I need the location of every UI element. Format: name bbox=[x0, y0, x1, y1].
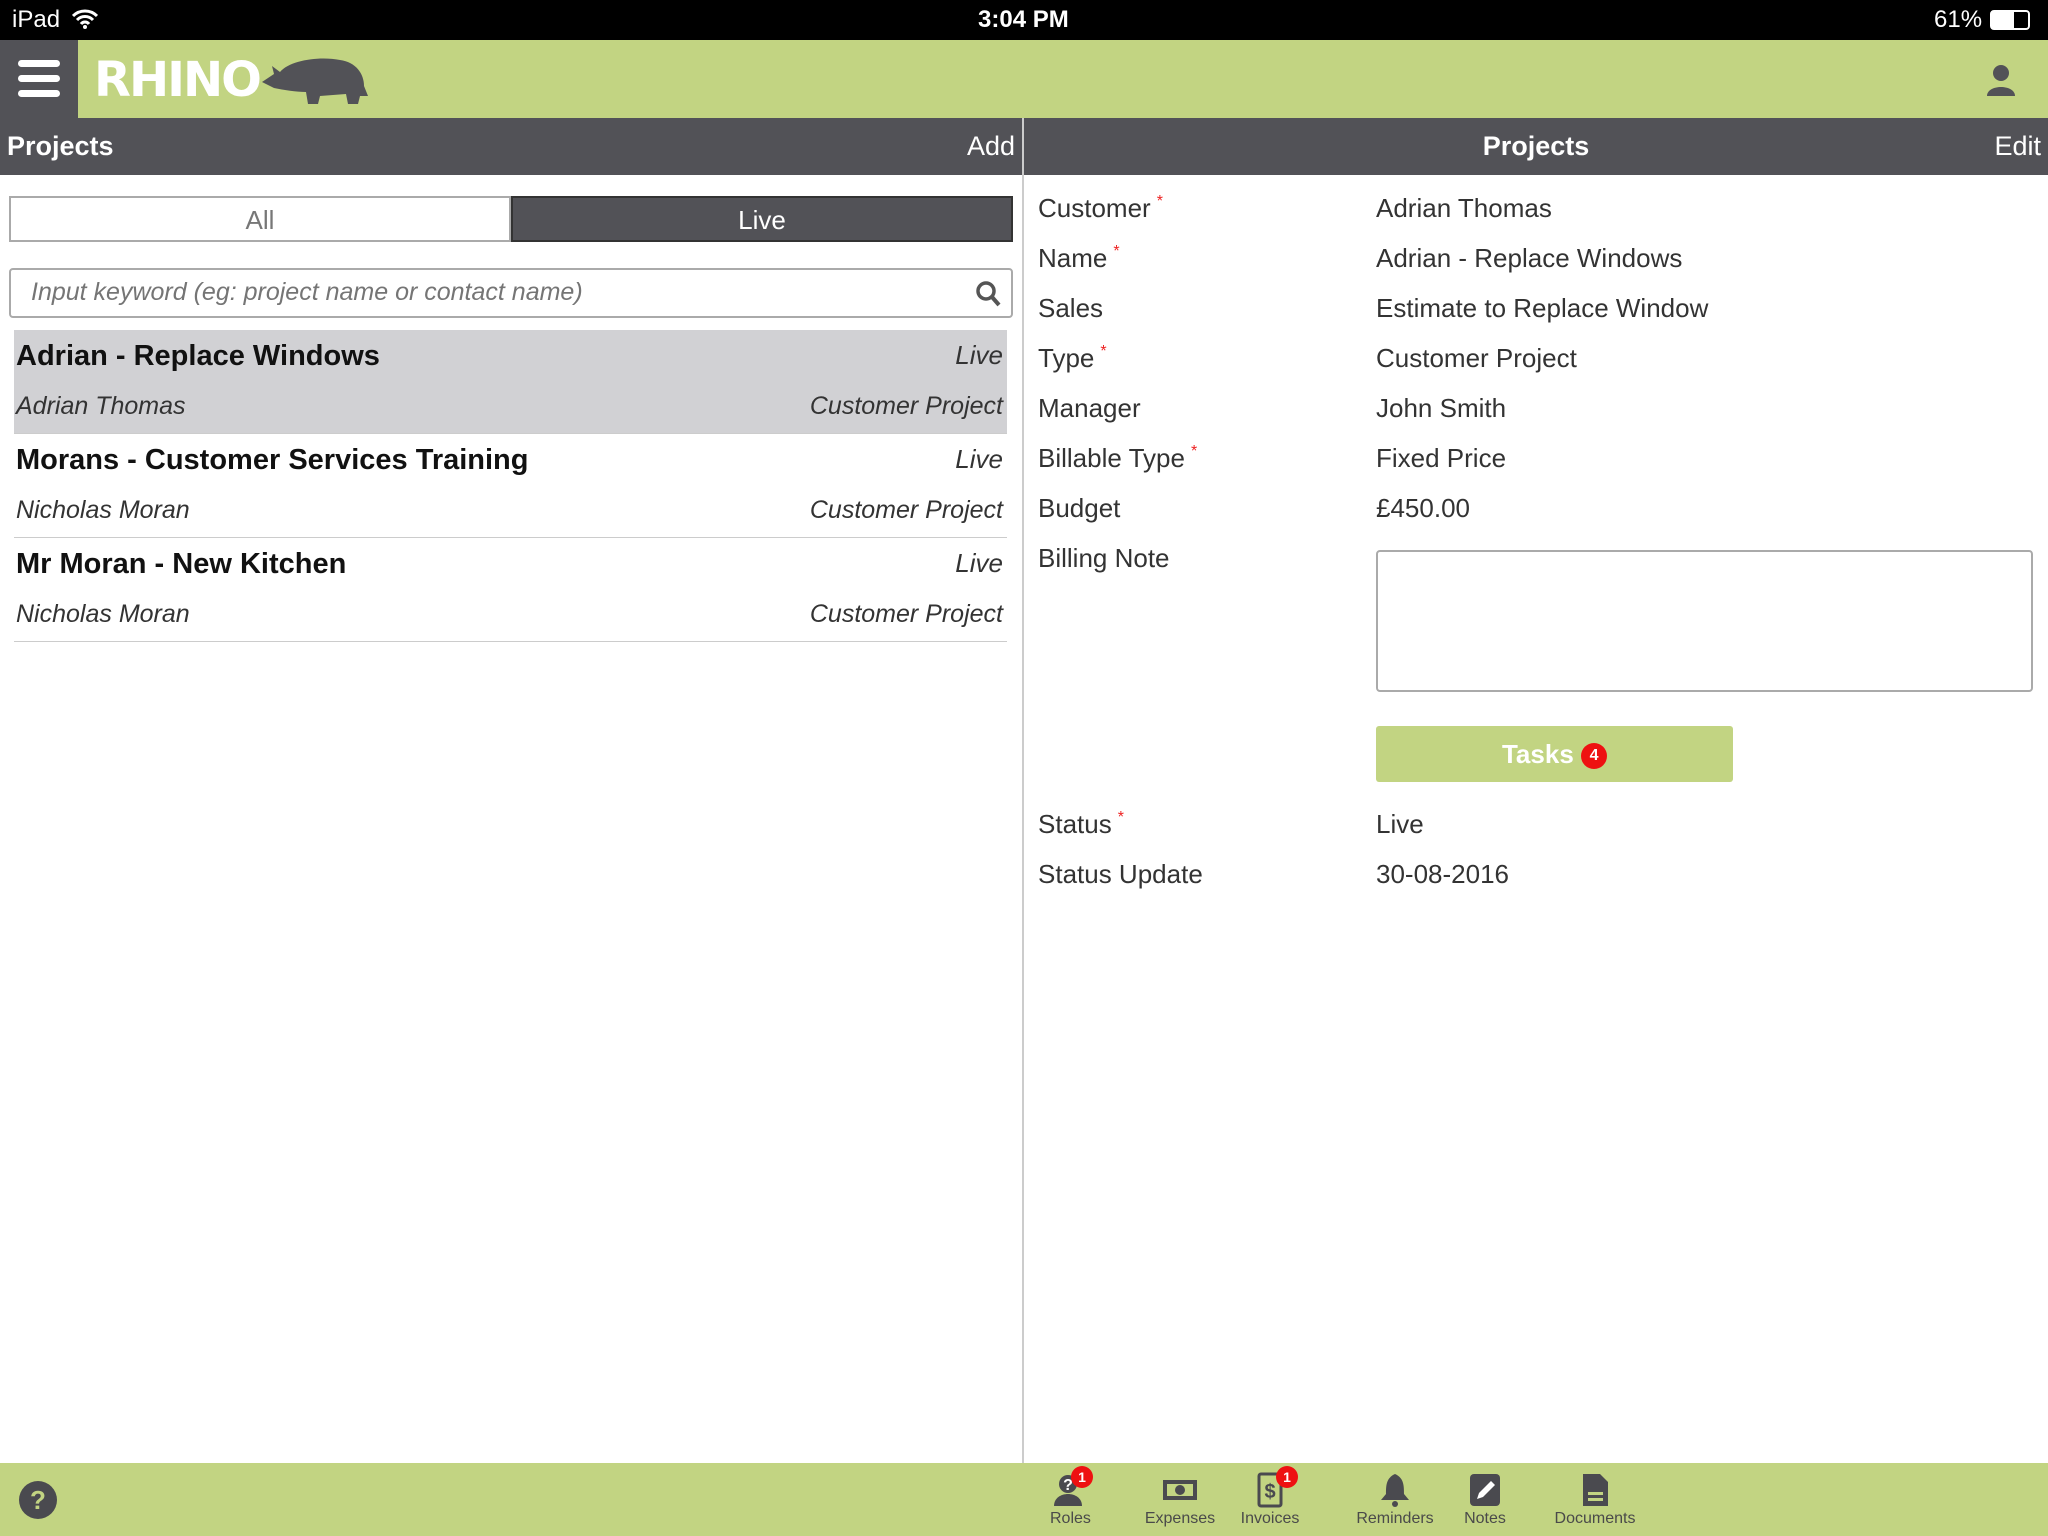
field-label: Name * bbox=[1038, 243, 1120, 273]
field-value: £450.00 bbox=[1376, 493, 1470, 523]
project-status: Live bbox=[955, 340, 1003, 370]
project-row[interactable]: Mr Moran - New Kitchen Live Nicholas Mora… bbox=[14, 538, 1007, 642]
toolbar-notes[interactable]: Notes bbox=[1450, 1472, 1520, 1528]
project-status: Live bbox=[955, 444, 1003, 474]
project-contact: Nicholas Moran bbox=[16, 600, 190, 628]
banknote-icon bbox=[1163, 1480, 1197, 1500]
billing-note-label: Billing Note bbox=[1038, 543, 1170, 573]
field-label: Manager bbox=[1038, 393, 1141, 423]
tasks-count-badge: 4 bbox=[1581, 743, 1608, 770]
add-button[interactable]: Add bbox=[967, 118, 1015, 175]
field-value: Customer Project bbox=[1376, 343, 1577, 373]
pencil-square-icon bbox=[1470, 1474, 1500, 1506]
help-icon[interactable]: ? bbox=[18, 1480, 58, 1520]
tasks-button[interactable]: Tasks 4 bbox=[1376, 726, 1733, 782]
field-label: Type * bbox=[1038, 343, 1107, 373]
bell-icon bbox=[1381, 1474, 1409, 1507]
toolbar-roles[interactable]: ? Roles 1 bbox=[1050, 1466, 1093, 1528]
toolbar-reminders[interactable]: Reminders bbox=[1340, 1472, 1450, 1528]
battery-percent: 61% bbox=[1934, 6, 1983, 33]
toolbar-label: Reminders bbox=[1356, 1510, 1434, 1527]
field-label: Customer * bbox=[1038, 193, 1163, 223]
field-label: Billable Type * bbox=[1038, 443, 1198, 473]
status-bar: iPad 3:04 PM 61% bbox=[0, 0, 2048, 40]
tab-all[interactable]: All bbox=[9, 196, 511, 242]
toolbar-invoices[interactable]: $ Invoices 1 bbox=[1240, 1466, 1300, 1528]
field-label: Sales bbox=[1038, 293, 1104, 323]
menu-button[interactable] bbox=[0, 40, 78, 118]
toolbar-label: Invoices bbox=[1240, 1510, 1300, 1527]
project-status: Live bbox=[955, 548, 1003, 578]
bottom-toolbar bbox=[0, 1463, 2048, 1536]
toolbar-documents[interactable]: Documents bbox=[1540, 1472, 1650, 1528]
projects-list-header: Projects Add bbox=[0, 118, 1022, 175]
toolbar-label: Expenses bbox=[1144, 1510, 1216, 1527]
search-input[interactable] bbox=[31, 270, 971, 314]
tab-live[interactable]: Live bbox=[511, 196, 1013, 242]
status-value: Live bbox=[1376, 809, 1424, 839]
list-title: Projects bbox=[7, 131, 114, 161]
svg-text:$: $ bbox=[1264, 1481, 1275, 1503]
status-update-label: Status Update bbox=[1038, 859, 1203, 889]
project-contact: Adrian Thomas bbox=[16, 392, 186, 420]
battery-icon bbox=[1990, 10, 2030, 30]
notification-badge: 1 bbox=[1276, 1466, 1298, 1488]
notification-badge: 1 bbox=[1071, 1466, 1093, 1488]
project-type: Customer Project bbox=[809, 496, 1003, 524]
field-value: Adrian - Replace Windows bbox=[1376, 243, 1683, 273]
project-contact: Nicholas Moran bbox=[16, 496, 190, 524]
field-label: Budget bbox=[1038, 493, 1121, 523]
status-update-value: 30-08-2016 bbox=[1376, 859, 1509, 889]
detail-title: Projects bbox=[1482, 131, 1590, 161]
project-type: Customer Project bbox=[809, 392, 1003, 420]
status-label: Status * bbox=[1038, 809, 1124, 839]
panel-divider bbox=[1022, 118, 1024, 1536]
project-title: Morans - Customer Services Training bbox=[16, 444, 529, 476]
project-detail-header: Projects Edit bbox=[1024, 118, 2048, 175]
edit-button[interactable]: Edit bbox=[1994, 118, 2041, 175]
field-value: Fixed Price bbox=[1376, 443, 1507, 473]
project-type: Customer Project bbox=[809, 600, 1003, 628]
toolbar-expenses[interactable]: Expenses bbox=[1130, 1472, 1230, 1528]
project-row[interactable]: Morans - Customer Services Training Live … bbox=[14, 434, 1007, 538]
project-title: Adrian - Replace Windows bbox=[16, 340, 380, 372]
search-field[interactable] bbox=[9, 268, 1013, 318]
field-value: John Smith bbox=[1376, 393, 1507, 423]
toolbar-label: Notes bbox=[1464, 1510, 1506, 1527]
clock: 3:04 PM bbox=[978, 6, 1069, 33]
svg-text:?: ? bbox=[30, 1485, 46, 1515]
search-icon[interactable] bbox=[975, 280, 1001, 308]
document-icon bbox=[1583, 1474, 1608, 1506]
field-value: Estimate to Replace Window bbox=[1376, 293, 1709, 323]
project-row[interactable]: Adrian - Replace Windows Live Adrian Thom… bbox=[14, 330, 1007, 434]
toolbar-label: Documents bbox=[1554, 1510, 1636, 1527]
billing-note-input[interactable] bbox=[1376, 550, 2033, 692]
toolbar-label: Roles bbox=[1050, 1510, 1091, 1527]
rhino-logo: RHINO bbox=[94, 50, 370, 110]
field-value: Adrian Thomas bbox=[1376, 193, 1552, 223]
project-title: Mr Moran - New Kitchen bbox=[16, 548, 347, 580]
device-name: iPad bbox=[12, 6, 61, 33]
user-profile-icon[interactable] bbox=[1986, 64, 2016, 96]
tasks-label: Tasks bbox=[1501, 739, 1574, 769]
wifi-icon bbox=[72, 9, 98, 29]
